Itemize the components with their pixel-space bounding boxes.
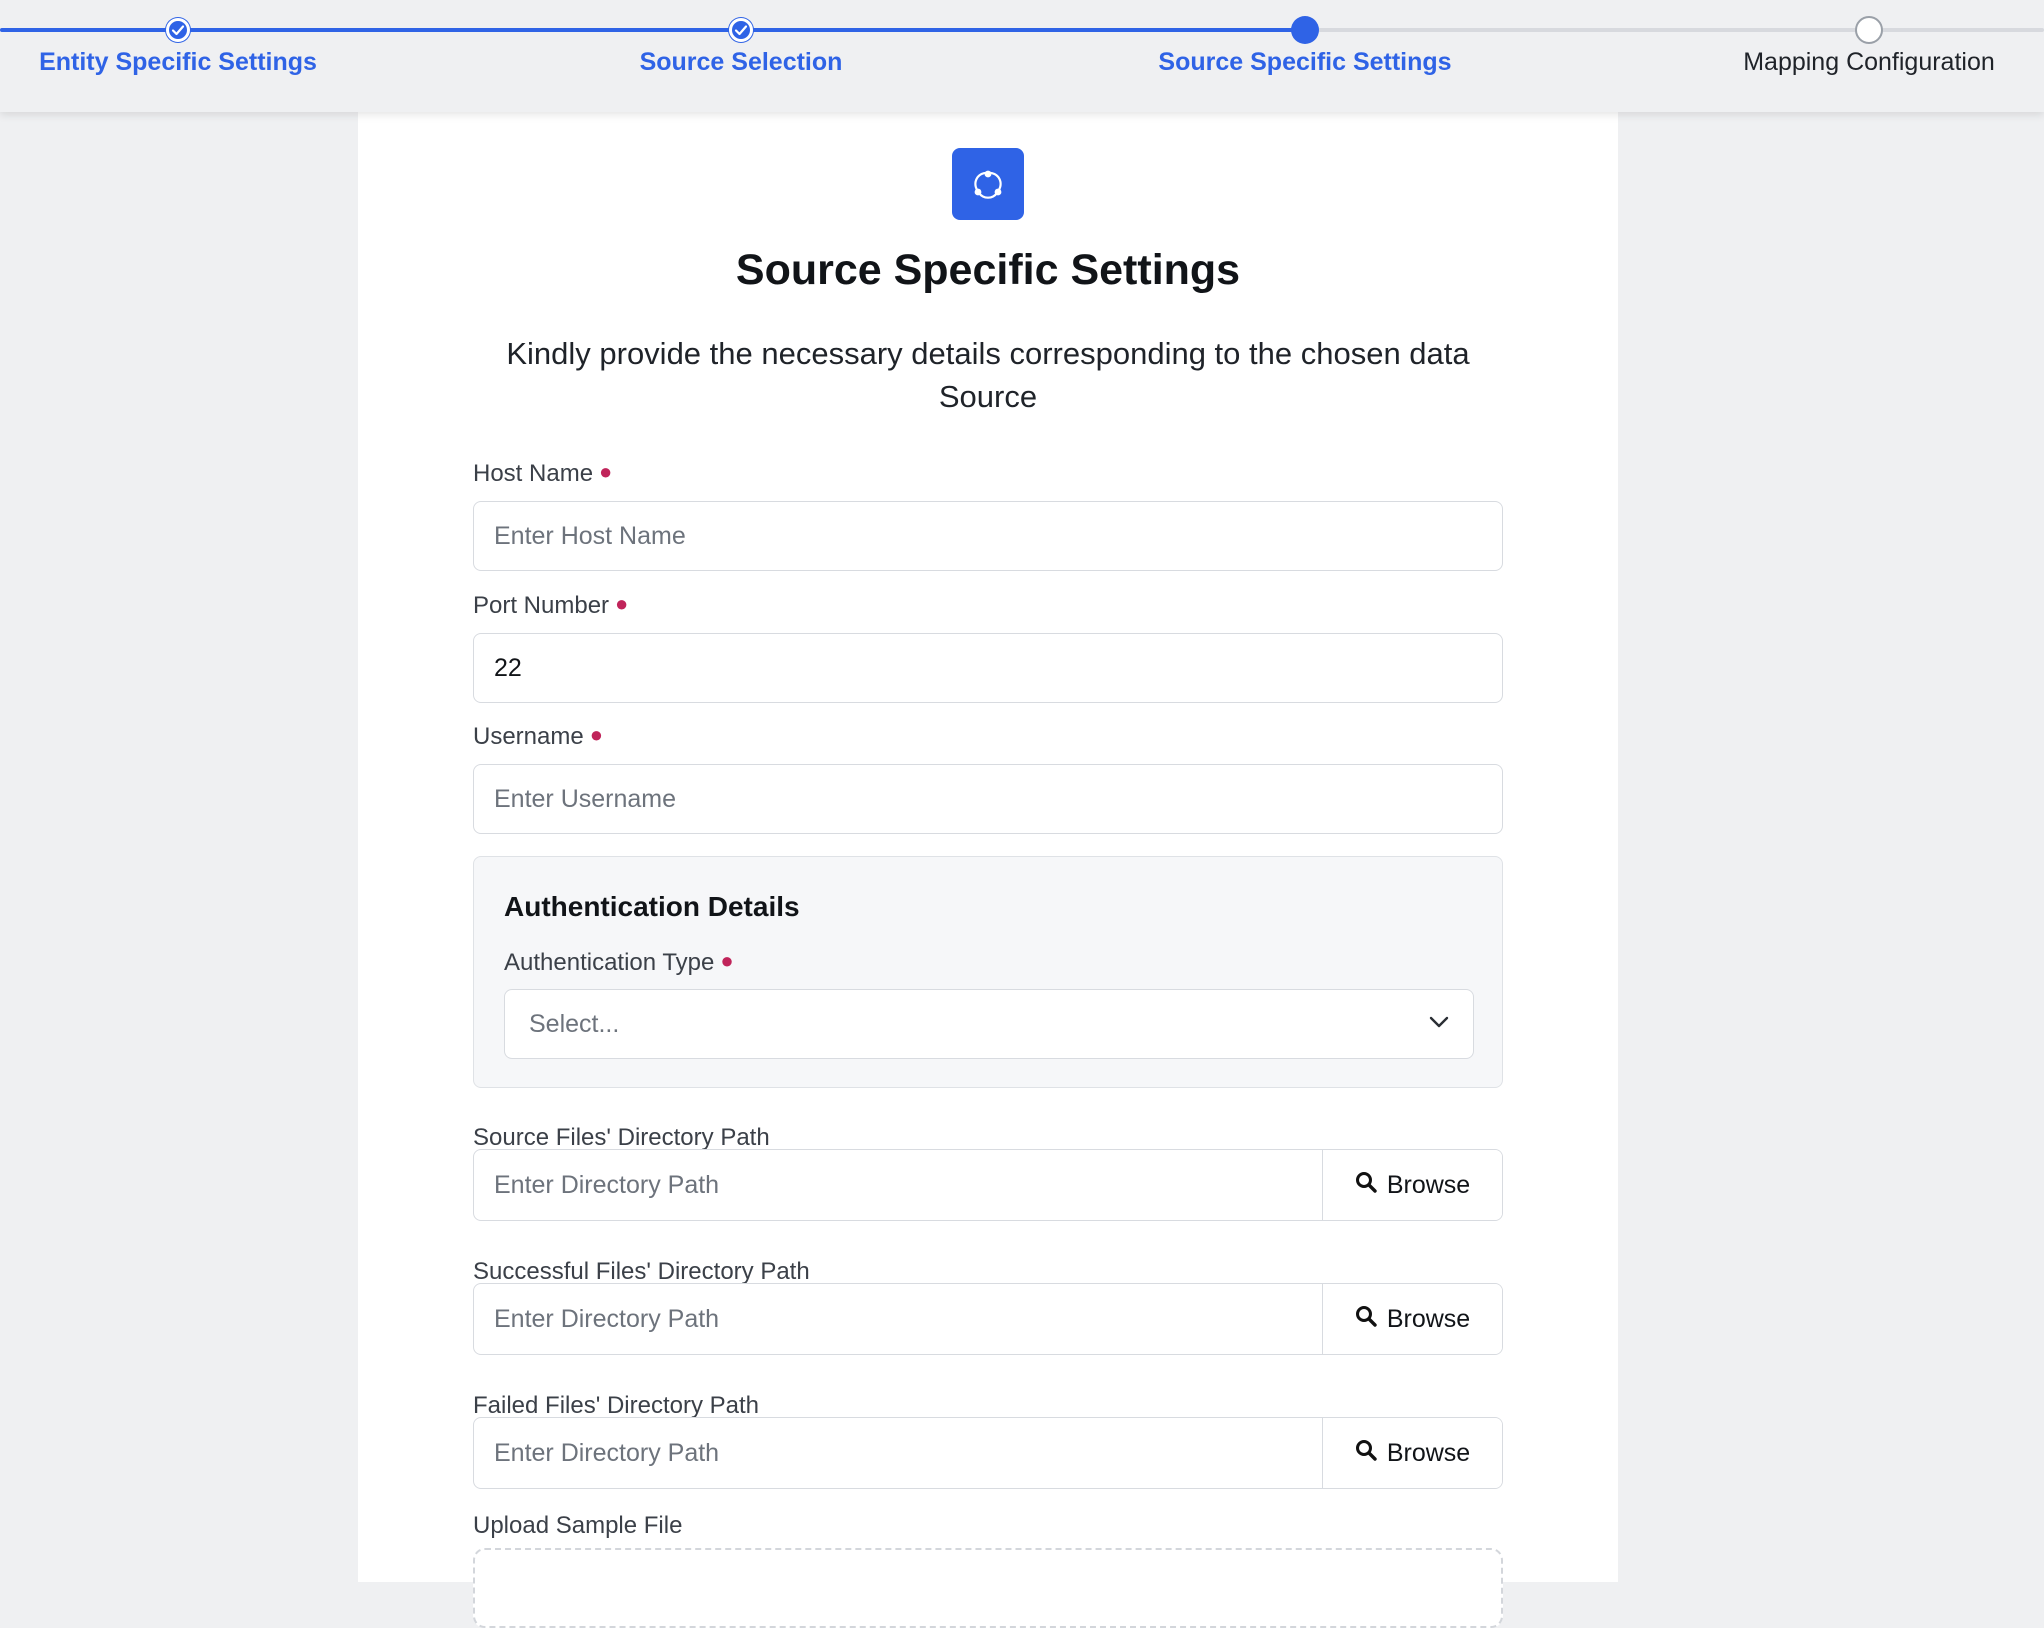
step-1-label[interactable]: Entity Specific Settings — [39, 48, 317, 77]
success-dir-input-group: Browse — [473, 1283, 1503, 1355]
required-indicator: ● — [720, 948, 734, 973]
authentication-type-value: Select... — [529, 1009, 620, 1038]
browse-label: Browse — [1386, 1304, 1471, 1333]
failed-dir-input[interactable] — [474, 1418, 1322, 1488]
host-name-input[interactable] — [473, 501, 1503, 571]
upload-dropzone[interactable] — [473, 1548, 1503, 1628]
search-icon — [1355, 1171, 1377, 1200]
browse-label: Browse — [1386, 1170, 1471, 1199]
step-4-label[interactable]: Mapping Configuration — [1743, 48, 1995, 77]
step-3-active-dot — [1291, 16, 1319, 44]
success-dir-label: Successful Files' Directory Path — [473, 1258, 810, 1285]
username-label-text: Username — [473, 723, 584, 750]
failed-dir-label: Failed Files' Directory Path — [473, 1392, 760, 1419]
authentication-details-section: Authentication Details Authentication Ty… — [473, 856, 1503, 1088]
authentication-type-label-text: Authentication Type — [504, 949, 715, 976]
step-4-pending-dot — [1855, 16, 1883, 44]
settings-panel: Source Specific Settings Kindly provide … — [358, 112, 1618, 1628]
port-number-input[interactable] — [473, 633, 1503, 703]
step-1-check-icon — [166, 18, 190, 42]
host-name-label: Host Name ● — [473, 459, 613, 488]
source-dir-input-group: Browse — [473, 1149, 1503, 1221]
port-number-label: Port Number ● — [473, 591, 629, 620]
progress-stepper: Entity Specific Settings Source Selectio… — [0, 0, 2044, 112]
authentication-type-select[interactable]: Select... — [504, 989, 1474, 1059]
source-dir-label: Source Files' Directory Path — [473, 1124, 770, 1151]
port-number-label-text: Port Number — [473, 592, 610, 619]
search-icon — [1355, 1305, 1377, 1334]
page-subtitle: Kindly provide the necessary details cor… — [506, 336, 1470, 414]
success-dir-input[interactable] — [474, 1284, 1322, 1354]
stepper-track-pending — [1305, 28, 2044, 32]
source-dir-input[interactable] — [474, 1150, 1322, 1220]
share-nodes-icon — [952, 148, 1024, 220]
stepper-track-completed — [0, 28, 1305, 32]
failed-dir-browse-button[interactable]: Browse — [1322, 1418, 1502, 1488]
search-icon — [1355, 1439, 1377, 1468]
failed-dir-input-group: Browse — [473, 1417, 1503, 1489]
host-name-label-text: Host Name — [473, 460, 594, 487]
upload-sample-file-label: Upload Sample File — [473, 1512, 683, 1539]
username-label: Username ● — [473, 722, 604, 751]
browse-label: Browse — [1386, 1438, 1471, 1467]
step-3-label[interactable]: Source Specific Settings — [1158, 48, 1451, 77]
page-title: Source Specific Settings — [735, 246, 1241, 294]
authentication-type-label: Authentication Type ● — [504, 948, 734, 977]
required-indicator: ● — [615, 591, 629, 616]
required-indicator: ● — [599, 459, 613, 484]
required-indicator: ● — [589, 722, 604, 747]
username-input[interactable] — [473, 764, 1503, 834]
success-dir-browse-button[interactable]: Browse — [1322, 1284, 1502, 1354]
chevron-down-icon — [1429, 1015, 1449, 1033]
authentication-details-title: Authentication Details — [504, 891, 800, 922]
step-2-check-icon — [729, 18, 753, 42]
step-2-label[interactable]: Source Selection — [640, 48, 843, 77]
source-dir-browse-button[interactable]: Browse — [1322, 1150, 1502, 1220]
